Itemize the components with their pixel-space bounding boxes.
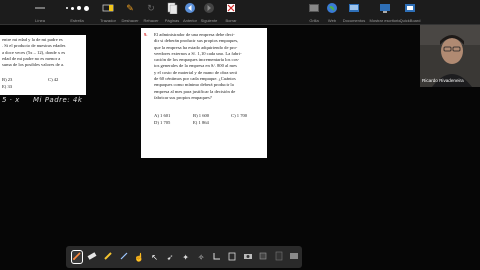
left-option-c: C) 42 (48, 77, 59, 82)
sparkle-icon: ✧ (197, 252, 205, 262)
laser-icon: ➹ (166, 252, 174, 262)
pen-icon (72, 251, 82, 263)
brush-icon (119, 251, 129, 263)
handwritten-note: Mi Padre: 4k (33, 96, 83, 104)
documents-button[interactable]: Documentos (340, 2, 368, 23)
hand-tool-button[interactable]: ☝ (133, 250, 146, 264)
line-tool-button[interactable]: Línea (26, 2, 54, 23)
line-tool-label: Línea (34, 18, 45, 23)
shapes-tool-button[interactable]: ✦ (179, 250, 192, 264)
select-tool-button[interactable]: ↖ (148, 250, 161, 264)
problem-9-page: 9. El administrador de una empresa debe … (141, 28, 267, 158)
angle-tool-button[interactable] (210, 250, 223, 264)
highlighter-tool-label: Trazador (100, 18, 116, 23)
layer-tool-button[interactable] (272, 250, 285, 264)
laser-tool-button[interactable]: ➹ (164, 250, 177, 264)
left-problem-page: entre mi edad y la de mi padre es . Si e… (0, 35, 86, 95)
angle-icon (212, 251, 222, 263)
desktop-icon (379, 2, 391, 14)
option-b: B) 1 600 (193, 113, 210, 118)
problem-line: empaques como mínimo deberá producir la (154, 82, 234, 88)
left-line: . Si el producto de nuestras edades (2, 43, 66, 49)
option-a: A) 1 601 (154, 113, 171, 118)
web-label: Web (327, 18, 337, 23)
fill-tool-button[interactable] (257, 250, 270, 264)
bottom-tool-palette: ☝ ↖ ➹ ✦ ✧ (66, 246, 302, 268)
problem-9-number: 9. (144, 32, 148, 37)
redo-icon: ↻ (147, 3, 155, 13)
quickboard-label: QuickBoard (399, 18, 421, 23)
select-icon: ↖ (151, 252, 158, 262)
documents-icon (348, 2, 360, 14)
left-line: a doce veces (5x – 12), donde x es (2, 49, 66, 55)
pen-tool-button[interactable] (70, 250, 84, 264)
problem-9-text: El administrador de una empresa debe dec… (154, 32, 242, 101)
paste-icon (227, 251, 237, 263)
star-tool-button[interactable]: Estrella (62, 2, 92, 23)
option-c: C) 1 700 (231, 113, 248, 118)
camera-tool-button[interactable] (241, 250, 254, 264)
handwritten-mark: 5 · x (2, 96, 20, 104)
quickboard-icon (404, 2, 416, 14)
layer-icon (274, 251, 284, 263)
quickboard-button[interactable]: QuickBoard (396, 2, 424, 23)
next-icon (203, 2, 215, 14)
marker-tool-button[interactable] (102, 250, 115, 264)
eraser-icon (87, 251, 97, 263)
whiteboard-canvas[interactable]: entre mi edad y la de mi padre es . Si e… (0, 25, 480, 270)
clear-label: Borrar (225, 18, 237, 23)
left-line: suma de los posibles valores de a. (2, 62, 65, 68)
next-label: Siguiente (200, 18, 218, 23)
close-board-button[interactable] (288, 250, 301, 264)
sparkle-tool-button[interactable]: ✧ (195, 250, 208, 264)
undo-label: Deshacer (121, 18, 139, 23)
hand-pointer-icon: ☝ (134, 252, 145, 262)
paste-tool-button[interactable] (226, 250, 239, 264)
problem-line: tos generales de la empresa en S/. 800 a… (154, 63, 237, 69)
problem-line: fabricar sus propios empaques? (154, 94, 212, 100)
problem-line: que la empresa ha estado adquiriendo de … (154, 44, 238, 50)
option-d: D) 1 705 (154, 120, 171, 125)
undo-icon: ✎ (126, 3, 134, 13)
fill-icon (258, 251, 268, 263)
webcam-video: Ricardo Rivadeneira (420, 25, 480, 87)
eraser-tool-button[interactable] (86, 250, 99, 264)
close-board-icon (289, 251, 299, 263)
star-tool-label: Estrella (70, 18, 84, 23)
left-option-e: E) 33 (2, 84, 13, 89)
clear-button[interactable]: Borrar (217, 2, 245, 23)
camera-icon (243, 251, 253, 263)
brush-tool-button[interactable] (117, 250, 130, 264)
left-problem-text: entre mi edad y la de mi padre es . Si e… (2, 37, 65, 68)
documents-label: Documentos (342, 18, 366, 23)
problem-line: dir si deberán producir sus propios empa… (154, 38, 239, 44)
redo-label: Rehacer (143, 18, 159, 23)
marker-icon (103, 251, 113, 263)
web-icon (326, 2, 338, 14)
presenter-name: Ricardo Rivadeneira (422, 78, 464, 83)
shapes-icon: ✦ (182, 252, 189, 262)
line-icon (34, 2, 46, 14)
top-toolbar: Línea Estrella Trazador ✎ Deshacer ↻ Reh… (0, 0, 480, 25)
option-e: E) 1 864 (193, 120, 209, 125)
clear-icon (225, 2, 237, 14)
left-option-b: B) 23 (2, 77, 13, 82)
highlighter-icon (102, 2, 114, 14)
star-icon (62, 2, 92, 14)
